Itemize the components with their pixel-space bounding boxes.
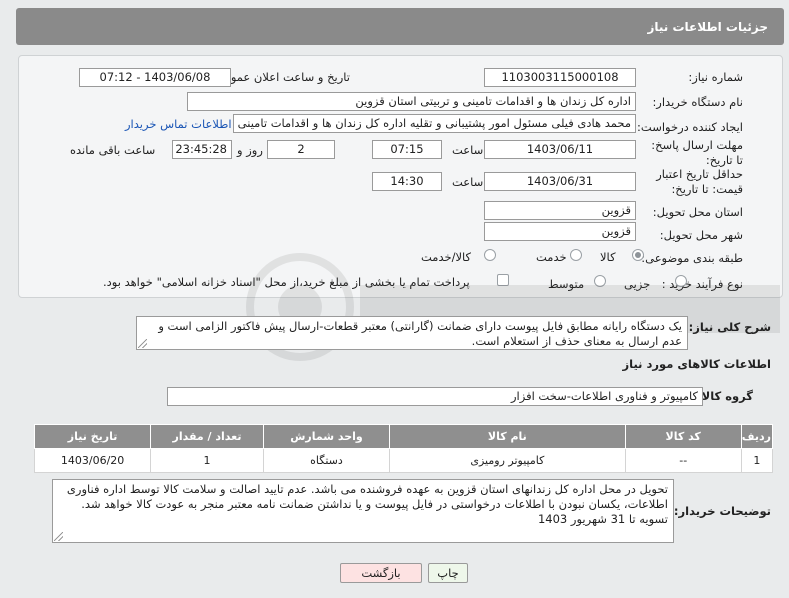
reply-date-field: 1403/06/11	[484, 140, 636, 159]
creator-field: محمد هادی فیلی مسئول امور پشتیبانی و تقل…	[233, 114, 636, 133]
contact-buyer-link[interactable]: اطلاعات تماس خریدار	[125, 117, 232, 131]
province-field: قزوین	[484, 201, 636, 220]
page-title: جزئیات اطلاعات نیاز	[647, 19, 768, 34]
days-field: 2	[267, 140, 335, 159]
goods-table: ردیف کد کالا نام کالا واحد شمارش تعداد /…	[33, 424, 774, 473]
cell-quantity: 1	[150, 448, 264, 473]
announce-field: 1403/06/08 - 07:12	[79, 68, 231, 87]
description-label: شرح کلی نیاز:	[688, 320, 771, 334]
payment-note: پرداخت تمام یا بخشی از مبلغ خرید،از محل …	[103, 275, 470, 289]
remaining-label: ساعت باقی مانده	[70, 143, 156, 157]
buyer-org-field: اداره کل زندان ها و اقدامات تامینی و ترب…	[187, 92, 636, 111]
col-unit: واحد شمارش	[262, 424, 391, 449]
category-goods-label: کالا	[600, 250, 616, 264]
reply-time-label: ساعت	[452, 143, 484, 157]
col-need-date: تاریخ نیاز	[33, 424, 152, 449]
announce-label: تاریخ و ساعت اعلان عمومی:	[211, 70, 350, 84]
buyer-notes-textarea: تحویل در محل اداره کل زندانهای استان قزو…	[52, 479, 674, 543]
reply-time-field: 07:15	[372, 140, 442, 159]
description-textarea: یک دستگاه رایانه مطابق فایل پیوست دارای …	[136, 316, 688, 350]
category-label: طبقه بندی موضوعی:	[641, 251, 743, 265]
cell-row-number: 1	[740, 448, 774, 473]
process-label: نوع فرآیند خرید :	[661, 277, 743, 291]
category-goods-service-radio[interactable]	[484, 249, 496, 261]
need-number-label: شماره نیاز:	[688, 70, 743, 84]
goods-group-label: گروه کالا:	[697, 389, 753, 403]
process-medium-radio[interactable]	[594, 275, 606, 287]
resize-handle-icon[interactable]	[138, 339, 147, 348]
price-validity-label: حداقل تاریخ اعتبار قیمت: تا تاریخ:	[656, 167, 743, 196]
buyer-notes-text: تحویل در محل اداره کل زندانهای استان قزو…	[66, 482, 668, 526]
price-time-label: ساعت	[452, 175, 484, 189]
price-time-field: 14:30	[372, 172, 442, 191]
treasury-payment-checkbox[interactable]	[497, 274, 509, 286]
resize-handle-icon[interactable]	[54, 532, 63, 541]
description-text: یک دستگاه رایانه مطابق فایل پیوست دارای …	[158, 319, 682, 348]
table-row: 1 -- کامپیوتر رومیزی دستگاه 1 1403/06/20	[33, 448, 774, 473]
category-goods-radio[interactable]	[632, 249, 644, 261]
creator-label: ایجاد کننده درخواست:	[637, 120, 743, 134]
category-service-label: خدمت	[536, 250, 567, 264]
col-quantity: تعداد / مقدار	[150, 424, 264, 449]
buyer-notes-label: توضیحات خریدار:	[673, 504, 771, 518]
buyer-org-label: نام دستگاه خریدار:	[652, 95, 743, 109]
city-label: شهر محل تحویل:	[659, 228, 743, 242]
reply-deadline-label: مهلت ارسال پاسخ: تا تاریخ:	[651, 138, 743, 167]
cell-goods-code: --	[624, 448, 742, 473]
category-service-radio[interactable]	[570, 249, 582, 261]
city-field: قزوین	[484, 222, 636, 241]
province-label: استان محل تحویل:	[652, 205, 743, 219]
col-goods-code: کد کالا	[624, 424, 742, 449]
need-number-field: 1103003115000108	[484, 68, 636, 87]
days-label: روز و	[237, 143, 263, 157]
goods-table-header: ردیف کد کالا نام کالا واحد شمارش تعداد /…	[33, 424, 774, 449]
process-small-radio[interactable]	[675, 275, 687, 287]
goods-section-title: اطلاعات کالاهای مورد نیاز	[622, 357, 771, 371]
process-medium-label: متوسط	[548, 277, 585, 291]
process-small-label: جزیی	[624, 277, 651, 291]
category-goods-service-label: کالا/خدمت	[421, 250, 472, 264]
print-button[interactable]: چاپ	[428, 563, 468, 583]
remaining-time-field: 23:45:28	[172, 140, 232, 159]
back-button[interactable]: بازگشت	[340, 563, 422, 583]
cell-need-date: 1403/06/20	[33, 448, 152, 473]
col-goods-name: نام کالا	[389, 424, 626, 449]
col-row-number: ردیف	[740, 424, 774, 449]
cell-unit: دستگاه	[262, 448, 391, 473]
price-date-field: 1403/06/31	[484, 172, 636, 191]
goods-group-field: کامپیوتر و فناوری اطلاعات-سخت افزار	[167, 387, 703, 406]
page-header: جزئیات اطلاعات نیاز	[16, 8, 784, 45]
cell-goods-name: کامپیوتر رومیزی	[389, 448, 626, 473]
